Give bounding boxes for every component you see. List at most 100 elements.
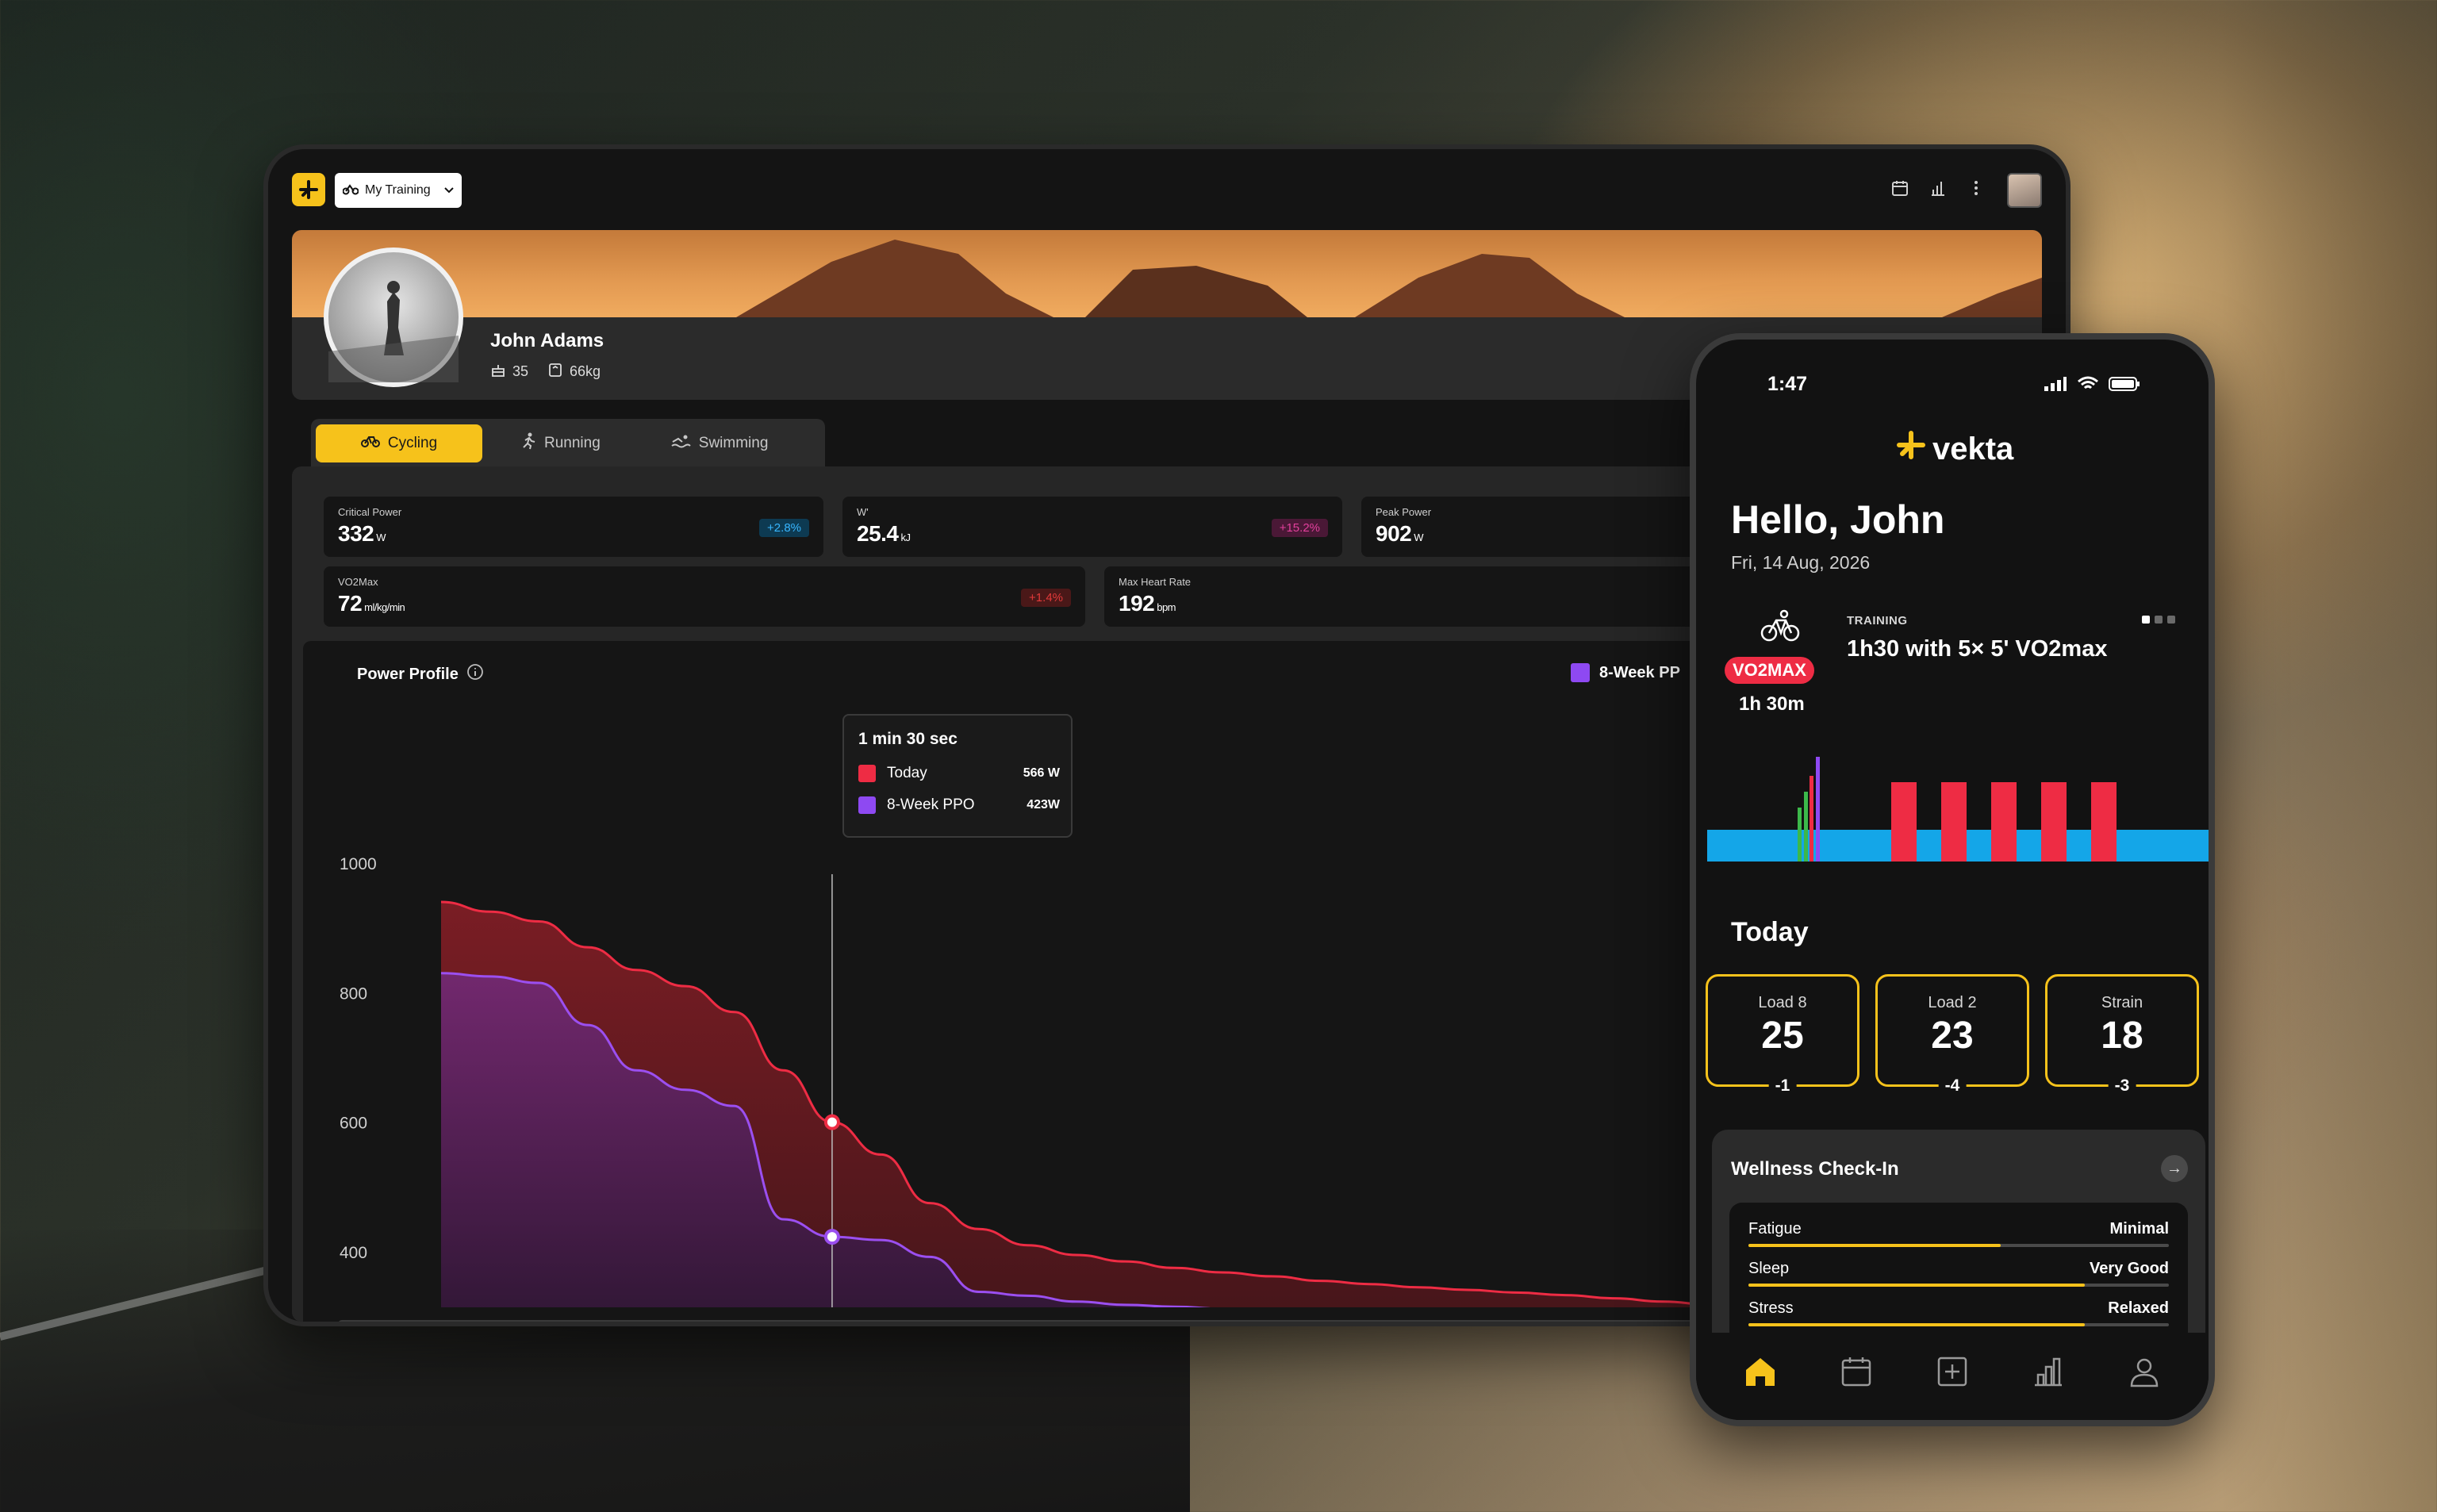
workout-name[interactable]: 1h30 with 5× 5' VO2max: [1847, 636, 2107, 662]
wellness-bar: [1748, 1244, 2169, 1247]
stat-vo2max[interactable]: VO2Max 72 ml/kg/min +1.4%: [324, 566, 1085, 627]
user-avatar[interactable]: [2007, 173, 2042, 208]
tooltip-label: 8-Week PPO: [887, 796, 975, 813]
more-vertical-icon[interactable]: [1966, 178, 1986, 198]
zone-bar-warmup-4: [1816, 757, 1820, 862]
stat-change-badge: +2.8%: [759, 519, 809, 537]
mobile-app: 1:47 vekta Hello, John Fri, 14 Aug, 2026…: [1690, 333, 2215, 1426]
stat-w-prime[interactable]: W' 25.4 kJ +15.2%: [842, 497, 1342, 557]
swimmer-icon: [670, 434, 691, 453]
tab-running[interactable]: Running: [489, 424, 632, 462]
metric-delta: -1: [1768, 1076, 1797, 1096]
metric-label: Strain: [2101, 994, 2143, 1011]
metric-load-2[interactable]: Load 2 23 -4: [1875, 974, 2029, 1096]
training-selector-label: My Training: [365, 183, 431, 197]
tooltip-title: 1 min 30 sec: [858, 730, 958, 748]
stats-icon[interactable]: [2030, 1353, 2067, 1390]
training-label: TRAINING: [1847, 614, 1908, 627]
tooltip-value: 566 W: [1023, 766, 1060, 780]
arrow-right-icon[interactable]: →: [2161, 1155, 2188, 1182]
wifi-icon: [2077, 376, 2099, 396]
stat-label: Peak Power: [1376, 506, 1432, 518]
wellness-value: Relaxed: [2108, 1299, 2169, 1317]
tooltip-row-ppo: 8-Week PPO 423W: [858, 796, 1060, 814]
zone-bar-warmup-2: [1804, 792, 1808, 862]
wellness-label: Stress: [1748, 1299, 1794, 1317]
y-tick-label: 400: [340, 1244, 367, 1262]
tooltip-swatch-ppo: [858, 796, 876, 814]
metric-load-8[interactable]: Load 8 25 -1: [1706, 974, 1859, 1096]
bar-chart-icon[interactable]: [1928, 178, 1948, 198]
interval-bar-1: [1891, 782, 1917, 862]
bike-icon: [1740, 609, 1820, 648]
current-date: Fri, 14 Aug, 2026: [1731, 552, 1871, 573]
bottom-nav: [1696, 1333, 2209, 1420]
status-time: 1:47: [1767, 373, 1808, 395]
tooltip-row-today: Today 566 W: [858, 765, 1060, 782]
carousel-dots[interactable]: [2142, 616, 2175, 624]
interval-bar-2: [1941, 782, 1967, 862]
stat-critical-power[interactable]: Critical Power 332 W +2.8%: [324, 497, 823, 557]
wellness-item-fatigue: Fatigue Minimal: [1748, 1220, 2169, 1247]
carousel-dot[interactable]: [2155, 616, 2163, 624]
wellness-bar: [1748, 1284, 2169, 1287]
training-selector[interactable]: My Training: [335, 173, 462, 208]
wellness-label: Fatigue: [1748, 1220, 1802, 1238]
cake-icon: [490, 362, 506, 382]
tab-cycling[interactable]: Cycling: [316, 424, 482, 462]
carousel-dot[interactable]: [2142, 616, 2150, 624]
tab-swimming[interactable]: Swimming: [639, 424, 800, 462]
series-8-week-ppo-point[interactable]: [823, 1229, 840, 1245]
background-trees: [2221, 0, 2437, 1512]
metric-delta: -4: [1938, 1076, 1967, 1096]
status-icons: [2044, 376, 2140, 396]
wellness-bar: [1748, 1323, 2169, 1326]
battery-icon: [2109, 376, 2140, 396]
stat-value: 332 W: [338, 521, 386, 546]
calendar-icon[interactable]: [1838, 1353, 1875, 1390]
chart-tooltip: 1 min 30 sec Today 566 W 8-Week PPO 423W: [842, 714, 1073, 838]
metric-strain[interactable]: Strain 18 -3: [2045, 974, 2199, 1096]
stat-value: 72 ml/kg/min: [338, 591, 405, 616]
workout-type-badge: VO2MAX: [1725, 657, 1814, 684]
profile-photo[interactable]: [324, 248, 463, 387]
stat-value: 192 bpm: [1119, 591, 1176, 616]
home-icon[interactable]: [1742, 1353, 1779, 1390]
wellness-item-stress: Stress Relaxed: [1748, 1299, 2169, 1326]
wellness-item-sleep: Sleep Very Good: [1748, 1260, 2169, 1287]
vekta-logo-icon[interactable]: [292, 173, 325, 206]
bike-icon: [360, 434, 380, 453]
today-title: Today: [1731, 917, 1809, 947]
y-tick-label: 600: [340, 1115, 367, 1133]
workout-duration: 1h 30m: [1739, 693, 1805, 715]
add-icon[interactable]: [1934, 1353, 1971, 1390]
tab-cycling-label: Cycling: [387, 435, 438, 451]
stat-label: VO2Max: [338, 576, 378, 588]
carousel-dot[interactable]: [2167, 616, 2175, 624]
profile-name: John Adams: [490, 330, 604, 351]
profile-icon[interactable]: [2126, 1353, 2163, 1390]
metric-label: Load 2: [1928, 994, 1977, 1011]
tooltip-label: Today: [887, 765, 927, 781]
profile-meta: 35 66kg: [490, 362, 601, 382]
chevron-down-icon: [444, 183, 454, 198]
interval-bar-3: [1991, 782, 2017, 862]
metric-label: Load 8: [1758, 994, 1807, 1011]
series-today-point[interactable]: [823, 1114, 840, 1130]
stat-label: Critical Power: [338, 506, 402, 518]
greeting: Hello, John: [1731, 497, 1945, 542]
wellness-title: Wellness Check-In: [1731, 1158, 1899, 1180]
stat-max-heart-rate[interactable]: Max Heart Rate 192 bpm: [1104, 566, 1726, 627]
calendar-icon[interactable]: [1890, 178, 1910, 198]
horizontal-scrollbar[interactable]: [338, 1320, 1750, 1322]
stat-value: 25.4 kJ: [857, 521, 911, 546]
runner-icon: [520, 432, 536, 455]
stat-label: Max Heart Rate: [1119, 576, 1192, 588]
stat-label: W': [857, 506, 869, 518]
bike-icon: [342, 182, 359, 199]
stat-value: 902 W: [1376, 521, 1423, 546]
stat-peak-power[interactable]: Peak Power 902 W: [1361, 497, 1726, 557]
wellness-card[interactable]: Wellness Check-In → Fatigue Minimal Slee…: [1712, 1130, 2205, 1377]
workout-structure-chart: [1707, 757, 2209, 862]
vekta-logo: vekta: [1894, 428, 2013, 470]
